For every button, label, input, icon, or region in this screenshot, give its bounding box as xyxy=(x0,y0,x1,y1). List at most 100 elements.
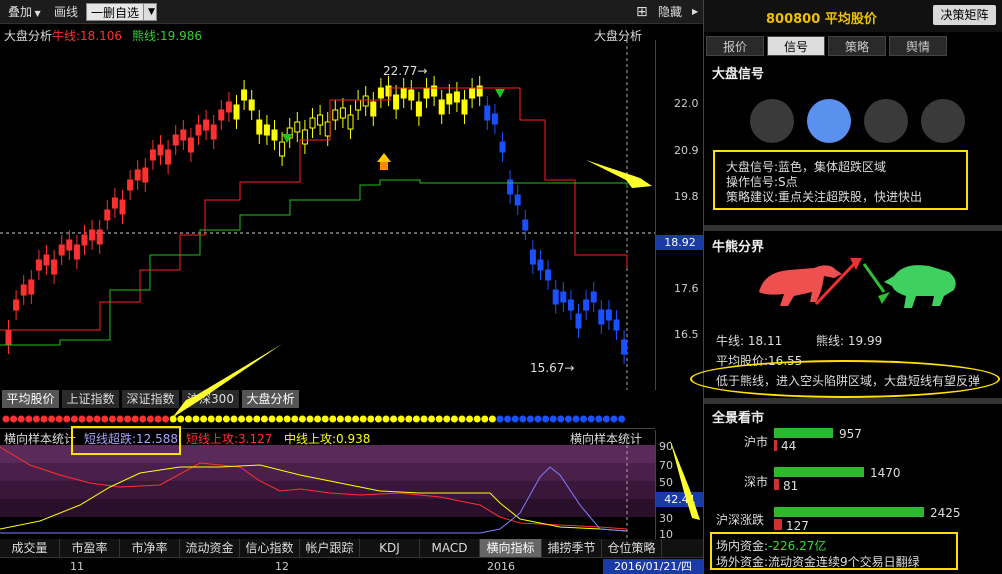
tab-avg-price[interactable]: 平均股价 xyxy=(2,390,60,408)
signal-dot xyxy=(116,415,124,423)
candlestick-chart[interactable] xyxy=(0,40,655,390)
price-axis: 22.0 20.9 19.8 18.92 17.6 16.5 xyxy=(655,40,704,390)
signal-dot xyxy=(55,415,63,423)
tab-kdj[interactable]: KDJ xyxy=(360,539,420,557)
candle xyxy=(58,244,65,256)
hide-button[interactable]: 隐藏 xyxy=(654,3,686,21)
decision-matrix-button[interactable]: 决策矩阵 xyxy=(933,5,996,25)
signal-dot xyxy=(390,415,398,423)
tab-signal[interactable]: 信号 xyxy=(767,36,825,56)
draw-line-button[interactable]: 画线 xyxy=(50,3,82,21)
candle xyxy=(43,254,50,266)
signal-dot xyxy=(93,415,101,423)
signal-dot xyxy=(329,415,337,423)
signal-dot xyxy=(405,415,413,423)
tab-macd[interactable]: MACD xyxy=(420,539,480,557)
candle xyxy=(339,107,346,119)
signal-dot xyxy=(276,415,284,423)
tick-label: 22.0 xyxy=(674,97,699,110)
tab-volume[interactable]: 成交量 xyxy=(0,539,60,557)
tab-quote[interactable]: 报价 xyxy=(706,36,764,56)
signal-dot xyxy=(86,415,94,423)
candle xyxy=(377,87,384,99)
tab-account-track[interactable]: 帐户跟踪 xyxy=(300,539,360,557)
candle xyxy=(279,141,286,157)
down-count: 44 xyxy=(781,439,797,453)
signal-dot xyxy=(352,415,360,423)
tick-label: 30 xyxy=(659,512,673,525)
candle xyxy=(317,114,324,126)
watchlist-dropdown-icon[interactable]: ▼ xyxy=(143,3,157,21)
stock-code: 800800 平均股价 xyxy=(766,12,877,27)
tab-fishing-season[interactable]: 捕捞季节 xyxy=(542,539,602,557)
up-count-bar xyxy=(774,467,864,477)
signal-dot xyxy=(230,415,238,423)
indicator-axis: 90 70 50 42.41 30 10 xyxy=(655,430,704,541)
overlay-label: 叠加 xyxy=(8,5,33,19)
signal-dot xyxy=(222,415,230,423)
tab-strategy[interactable]: 策略 xyxy=(828,36,886,56)
candle xyxy=(89,229,96,241)
candle xyxy=(294,121,301,133)
indicator-chart[interactable] xyxy=(0,445,655,539)
chevron-right-icon[interactable]: ▶ xyxy=(688,3,702,21)
candle xyxy=(484,105,491,121)
candle xyxy=(172,134,179,146)
tab-pb[interactable]: 市净率 xyxy=(120,539,180,557)
signal-dot xyxy=(504,415,512,423)
info-panel: 800800 平均股价 决策矩阵 报价 信号 策略 舆情 大盘信号 大盘信号:蓝… xyxy=(690,0,1002,574)
overlay-menu[interactable]: 叠加 ▼ xyxy=(4,3,45,21)
up-count: 957 xyxy=(839,427,862,441)
candle xyxy=(134,169,141,181)
tick-label: 50 xyxy=(659,476,673,489)
signal-dot xyxy=(162,415,170,423)
tab-confidence[interactable]: 信心指数 xyxy=(240,539,300,557)
signal-dot xyxy=(298,415,306,423)
tab-pe[interactable]: 市盈率 xyxy=(60,539,120,557)
signal-dot xyxy=(192,415,200,423)
signal-dot xyxy=(10,415,18,423)
candle xyxy=(461,99,468,115)
candle xyxy=(195,124,202,136)
signal-dot xyxy=(238,415,246,423)
signal-dot xyxy=(25,415,33,423)
up-count-bar xyxy=(774,507,924,517)
cursor-date-tag: 2016/01/21/四 xyxy=(603,559,703,574)
high-price-label: 22.77→ xyxy=(383,64,428,78)
candle xyxy=(271,129,278,141)
tab-position-strategy[interactable]: 仓位策略 xyxy=(602,539,662,557)
candle xyxy=(73,244,80,260)
watchlist-button[interactable]: 一删自选 xyxy=(86,3,144,21)
tab-liquidity[interactable]: 流动资金 xyxy=(180,539,240,557)
tab-market-analysis[interactable]: 大盘分析 xyxy=(242,390,300,408)
signal-light-green xyxy=(921,99,965,143)
signal-dot xyxy=(291,415,299,423)
signal-dot xyxy=(382,415,390,423)
date-label: 12 xyxy=(275,560,289,573)
candle xyxy=(499,141,506,153)
candle xyxy=(522,219,529,231)
candle xyxy=(621,339,628,355)
signal-dot xyxy=(101,415,109,423)
signal-dot xyxy=(63,415,71,423)
candle xyxy=(423,87,430,99)
signal-dot xyxy=(131,415,139,423)
signal-dot xyxy=(374,415,382,423)
candle xyxy=(560,291,567,303)
tab-horizontal[interactable]: 横向指标 xyxy=(480,539,542,557)
tab-hs300[interactable]: 沪深300 xyxy=(182,390,240,408)
tab-sentiment[interactable]: 舆情 xyxy=(889,36,947,56)
signal-dot xyxy=(534,415,542,423)
tab-sh-index[interactable]: 上证指数 xyxy=(62,390,120,408)
candle xyxy=(157,144,164,156)
candle xyxy=(218,109,225,121)
signal-dot xyxy=(610,415,618,423)
candle xyxy=(142,167,149,183)
signal-dot xyxy=(321,415,329,423)
candle xyxy=(332,109,339,121)
candle xyxy=(362,95,369,107)
tab-sz-index[interactable]: 深证指数 xyxy=(122,390,180,408)
grid-icon[interactable]: ⊞ xyxy=(632,3,652,21)
signal-section-title: 大盘信号 xyxy=(712,67,765,82)
tick-label: 20.9 xyxy=(674,144,699,157)
